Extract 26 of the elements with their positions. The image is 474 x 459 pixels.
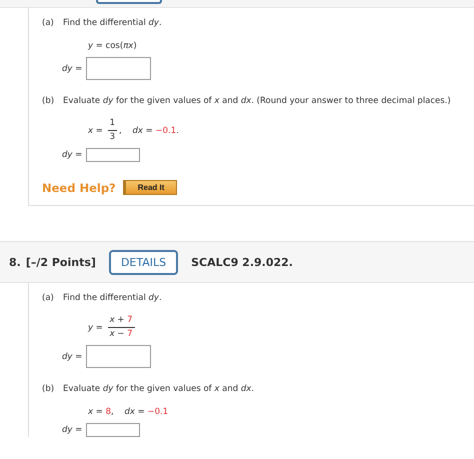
math-equation: y = x + 7 x − 7 (88, 314, 136, 341)
answer-field[interactable] (86, 148, 140, 162)
math-equation: y = cos(πx) (88, 40, 137, 53)
question-text: Find the differential dy. (63, 292, 162, 305)
source-label: SCALC9 2.9.022. (191, 256, 293, 268)
button-edge[interactable] (96, 0, 162, 4)
part-label: (a) (42, 292, 55, 305)
answer-label: dy = (62, 64, 82, 74)
answer-field[interactable] (86, 423, 140, 437)
read-it-button[interactable]: Read It (122, 180, 178, 195)
part-label: (a) (42, 17, 55, 30)
question-text: Evaluate dy for the given values of x and dx. (63, 383, 254, 396)
details-button[interactable]: DETAILS (108, 250, 178, 274)
question-text: Find the differential dy. (63, 17, 162, 30)
part-label: (b) (42, 95, 56, 108)
answer-field[interactable] (86, 57, 152, 80)
answer-label: dy = (62, 425, 82, 435)
answer-label: dy = (62, 352, 82, 362)
need-help-label: Need Help? (42, 180, 116, 194)
question-text: Evaluate dy for the given values of x and dx. (Round your answer to three decimal places.) (63, 95, 451, 108)
math-equation: x = 8, dx = −0.1 (88, 406, 168, 419)
part-label: (b) (42, 383, 56, 396)
answer-field[interactable] (86, 345, 152, 368)
points-label: [–/2 Points] (26, 256, 96, 268)
answer-label: dy = (62, 150, 82, 160)
question-number: 8. (9, 256, 21, 268)
